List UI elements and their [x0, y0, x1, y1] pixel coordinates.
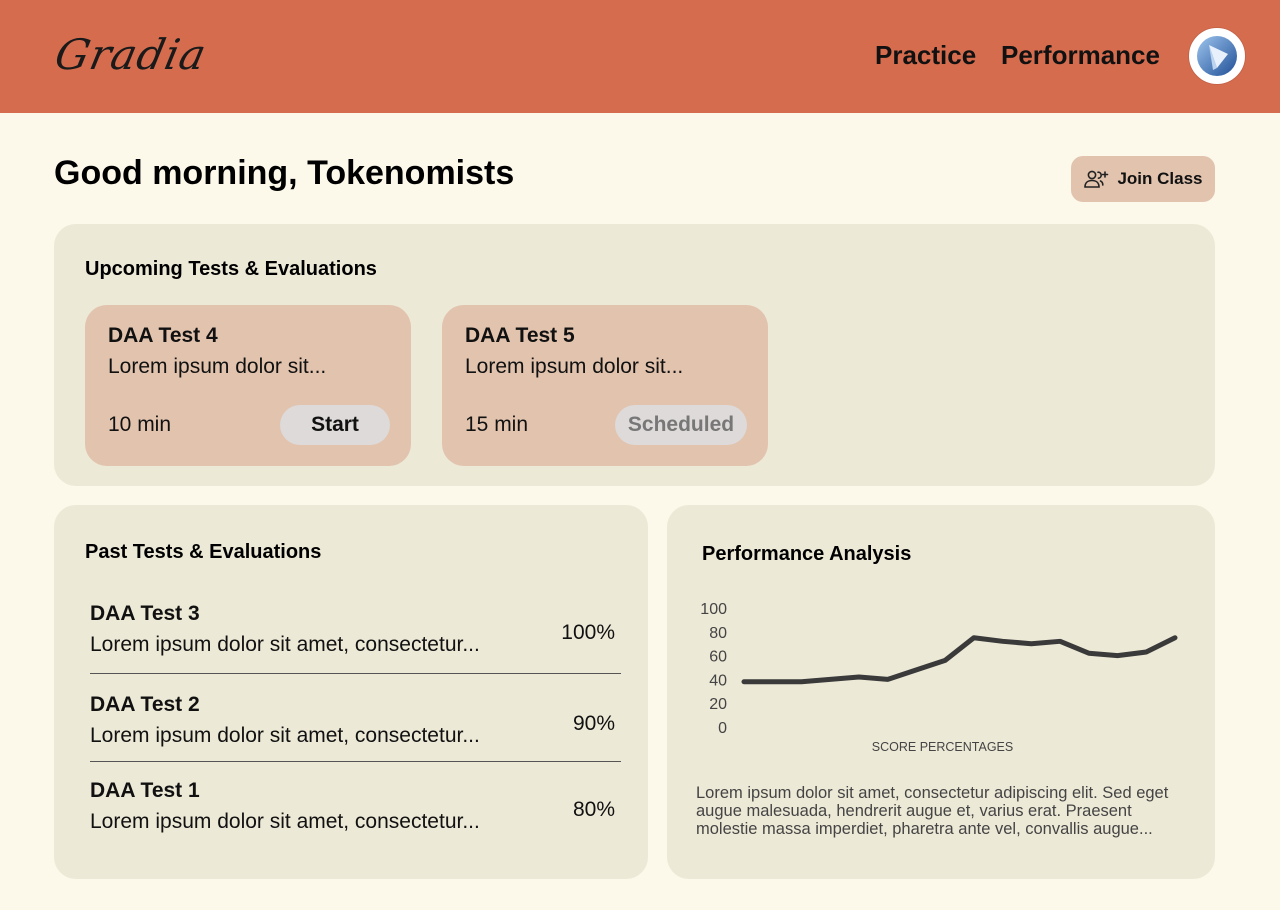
past-test-title: DAA Test 2 — [90, 693, 200, 716]
card-title: DAA Test 4 — [108, 324, 218, 347]
x-axis-label: SCORE PERCENTAGES — [872, 740, 1013, 754]
upcoming-tests-panel: Upcoming Tests & Evaluations DAA Test 4 … — [54, 224, 1215, 486]
nav-performance[interactable]: Performance — [1001, 40, 1160, 71]
divider — [90, 673, 621, 674]
card-title: DAA Test 5 — [465, 324, 575, 347]
card-duration: 15 min — [465, 413, 529, 436]
y-tick-label: 0 — [718, 720, 727, 737]
y-tick-label: 60 — [709, 649, 727, 666]
series-line — [741, 635, 1178, 685]
upcoming-card: DAA Test 5 Lorem ipsum dolor sit... 15 m… — [442, 305, 768, 466]
past-test-description: Lorem ipsum dolor sit amet, consectetur.… — [90, 724, 480, 747]
list-item[interactable]: DAA Test 3 Lorem ipsum dolor sit amet, c… — [90, 602, 621, 672]
y-tick-label: 100 — [700, 601, 727, 618]
past-test-score: 80% — [572, 798, 615, 821]
app-logo[interactable]: Gradia — [51, 30, 211, 79]
upcoming-title: Upcoming Tests & Evaluations — [85, 258, 377, 280]
past-test-title: DAA Test 1 — [90, 779, 200, 802]
start-button[interactable]: Start — [280, 405, 390, 445]
avatar[interactable] — [1189, 28, 1245, 84]
performance-chart: 100 80 60 40 20 0 SCORE PERCENTAGES — [700, 601, 1178, 754]
greeting-title: Good morning, Tokenomists — [54, 154, 515, 192]
play-logo-icon — [1197, 36, 1237, 76]
performance-description: Lorem ipsum dolor sit amet, consectetur … — [696, 784, 1169, 838]
list-item[interactable]: DAA Test 1 Lorem ipsum dolor sit amet, c… — [90, 779, 621, 849]
past-test-description: Lorem ipsum dolor sit amet, consectetur.… — [90, 633, 480, 656]
scheduled-button[interactable]: Scheduled — [615, 405, 747, 445]
card-description: Lorem ipsum dolor sit... — [108, 355, 327, 378]
join-class-label: Join Class — [1117, 169, 1203, 188]
y-tick-label: 80 — [709, 625, 727, 642]
past-test-title: DAA Test 3 — [90, 602, 200, 625]
upcoming-card: DAA Test 4 Lorem ipsum dolor sit... 10 m… — [85, 305, 411, 466]
performance-panel: Performance Analysis 100 80 60 40 20 0 SCORE P… — [667, 505, 1215, 879]
card-description: Lorem ipsum dolor sit... — [465, 355, 684, 378]
card-duration: 10 min — [108, 413, 172, 436]
top-header: Gradia Practice Performance — [0, 0, 1280, 113]
past-test-description: Lorem ipsum dolor sit amet, consectetur.… — [90, 810, 480, 833]
past-test-score: 90% — [572, 712, 615, 735]
list-item[interactable]: DAA Test 2 Lorem ipsum dolor sit amet, c… — [90, 693, 621, 763]
past-title: Past Tests & Evaluations — [85, 541, 322, 563]
past-tests-panel: Past Tests & Evaluations DAA Test 3 Lore… — [54, 505, 648, 879]
join-class-button[interactable]: Join Class — [1071, 156, 1215, 202]
past-test-score: 100% — [561, 621, 615, 644]
y-tick-label: 40 — [709, 672, 727, 689]
nav-practice[interactable]: Practice — [875, 40, 976, 71]
add-user-icon — [1084, 170, 1109, 188]
y-tick-label: 20 — [709, 696, 727, 713]
divider — [90, 761, 621, 762]
